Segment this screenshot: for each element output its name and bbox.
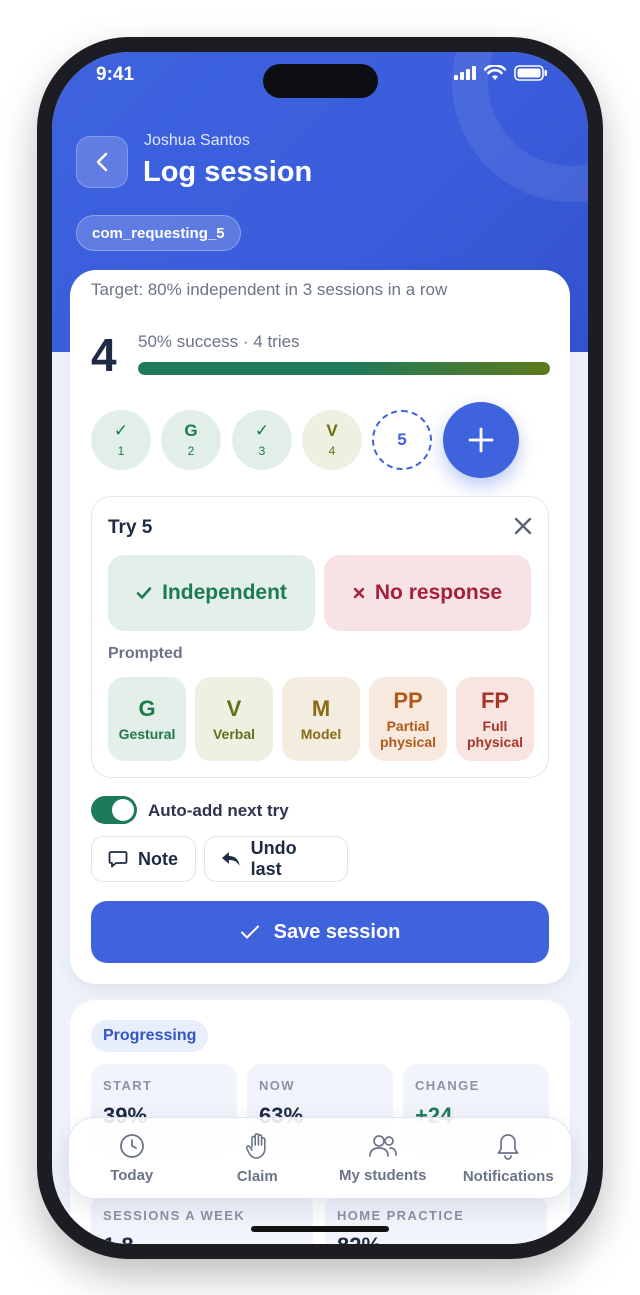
prompt-abbr: PP [393, 688, 423, 713]
trial-count: 4 [91, 329, 117, 381]
toggle-knob [112, 799, 134, 821]
users-icon [368, 1134, 397, 1157]
try-dot-1[interactable]: ✓ 1 [91, 410, 151, 470]
undo-label: Undo last [250, 838, 297, 879]
stat-value: 1.8 [103, 1233, 301, 1244]
success-text: 50% success · 4 tries [138, 332, 300, 351]
try-title: Try 5 [108, 517, 153, 538]
prompt-model-button[interactable]: M Model [282, 677, 360, 761]
tab-label: My students [338, 1166, 427, 1184]
chevron-left-icon [96, 152, 108, 172]
tab-label: Claim [236, 1167, 278, 1185]
prompt-abbr: FP [480, 688, 510, 713]
undo-last-button[interactable]: Undo last [204, 836, 348, 882]
prompt-abbr: V [226, 696, 242, 721]
dynamic-island [263, 64, 378, 98]
x-icon [353, 587, 365, 599]
no-response-button[interactable]: No response [324, 555, 531, 631]
auto-add-label: Auto-add next try [148, 801, 289, 820]
stat-key: HOME PRACTICE [337, 1208, 465, 1223]
status-badge: Progressing [91, 1020, 209, 1052]
stat-value: 82% [337, 1233, 535, 1244]
home-indicator [251, 1226, 389, 1232]
check-icon [136, 587, 152, 599]
prompt-label: Full physical [466, 718, 524, 750]
note-button[interactable]: Note [91, 836, 196, 882]
note-label: Note [138, 848, 178, 869]
comment-icon [108, 851, 128, 868]
success-progress-bar [138, 362, 550, 375]
try-dot-3[interactable]: ✓ 3 [232, 410, 292, 470]
bell-icon [497, 1133, 519, 1160]
save-session-button[interactable]: Save session [91, 901, 549, 963]
prompt-verbal-button[interactable]: V Verbal [195, 677, 273, 761]
try-panel: Try 5 Independent No response Prompted G… [91, 496, 549, 778]
stat-sessions-a-week: SESSIONS A WEEK 1.8 [91, 1194, 313, 1244]
try-dot-4[interactable]: V 4 [302, 410, 362, 470]
battery-icon [514, 65, 547, 81]
try-dot-number: 2 [187, 443, 195, 458]
prompt-label: Verbal [212, 726, 256, 742]
hand-icon [246, 1132, 266, 1159]
clock-icon [119, 1133, 144, 1158]
stat-key: CHANGE [415, 1078, 480, 1093]
try-dot-5-pending[interactable]: 5 [372, 410, 432, 470]
check-icon [240, 925, 259, 939]
no-response-label: No response [374, 581, 503, 604]
session-card: Target: 80% independent in 3 sessions in… [70, 270, 570, 984]
close-icon [514, 517, 532, 535]
try-dot-symbol: ✓ [254, 420, 270, 440]
prompt-full-physical-button[interactable]: FP Full physical [456, 677, 534, 761]
prompt-abbr: M [311, 696, 331, 721]
prompt-label: Gestural [118, 726, 176, 742]
try-dot-symbol: ✓ [113, 420, 129, 440]
signal-icon [454, 66, 476, 80]
tab-bar: Today Claim My students Notifications [68, 1117, 572, 1199]
independent-button[interactable]: Independent [108, 555, 315, 631]
prompt-partial-physical-button[interactable]: PP Partial physical [369, 677, 447, 761]
try-dot-number: 4 [328, 443, 336, 458]
save-label: Save session [273, 920, 401, 943]
status-time: 9:41 [96, 64, 135, 85]
goal-chip[interactable]: com_requesting_5 [76, 215, 241, 251]
try-dot-symbol: 5 [397, 430, 407, 449]
prompt-gestural-button[interactable]: G Gestural [108, 677, 186, 761]
tab-claim[interactable]: Claim [195, 1118, 321, 1198]
add-try-button[interactable] [443, 402, 519, 478]
stat-home-practice: HOME PRACTICE 82% [325, 1194, 547, 1244]
stat-key: NOW [259, 1078, 295, 1093]
try-dot-number: 3 [258, 443, 266, 458]
stat-key: START [103, 1078, 153, 1093]
try-dot-2[interactable]: G 2 [161, 410, 221, 470]
success-progress-fill [138, 362, 550, 375]
target-text: Target: 80% independent in 3 sessions in… [91, 280, 448, 299]
prompt-abbr: G [138, 696, 156, 721]
prompt-label: Partial physical [379, 718, 437, 750]
tab-notifications[interactable]: Notifications [446, 1118, 572, 1198]
back-button[interactable] [76, 136, 128, 188]
independent-label: Independent [162, 581, 287, 604]
tab-today[interactable]: Today [69, 1118, 195, 1198]
plus-icon [468, 427, 494, 453]
wifi-icon [484, 65, 506, 80]
try-dot-symbol: G [184, 420, 198, 440]
auto-add-toggle[interactable] [91, 796, 137, 824]
try-dot-number: 1 [117, 443, 125, 458]
prompted-label: Prompted [108, 645, 183, 662]
student-name: Joshua Santos [144, 132, 250, 149]
undo-icon [221, 852, 240, 866]
page-title: Log session [143, 156, 313, 188]
try-dot-symbol: V [326, 420, 338, 440]
prompt-label: Model [300, 726, 342, 742]
stat-key: SESSIONS A WEEK [103, 1208, 246, 1223]
tab-label: Today [110, 1166, 154, 1184]
status-icons [454, 65, 548, 81]
tab-label: Notifications [462, 1167, 554, 1185]
app-screen: 9:41 Joshua Santos Log session com_reque… [52, 52, 588, 1244]
tab-my-students[interactable]: My students [320, 1118, 446, 1198]
close-try-button[interactable] [512, 515, 534, 542]
